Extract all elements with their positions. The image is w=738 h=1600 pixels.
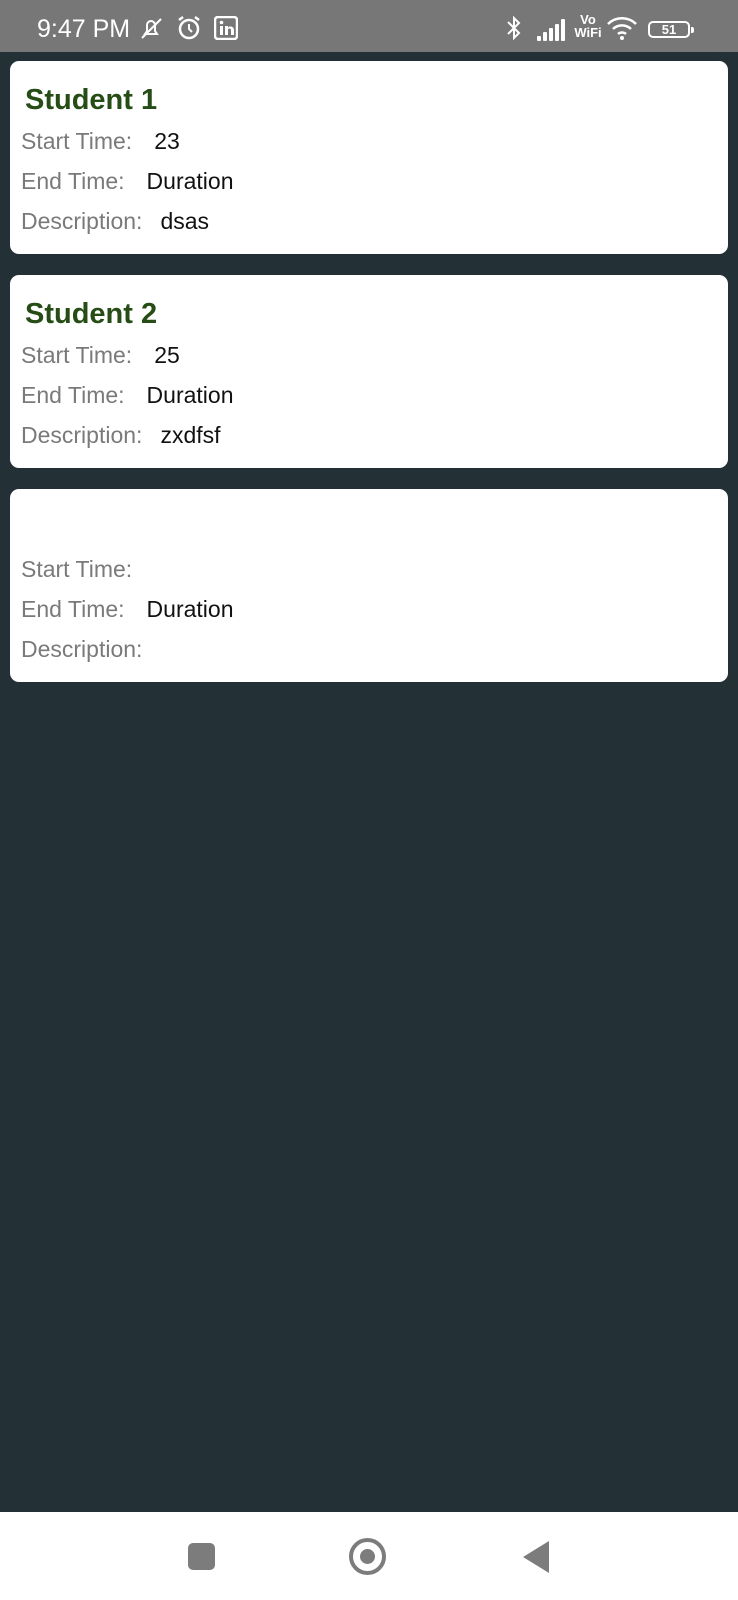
- description-label: Description:: [21, 208, 143, 234]
- bluetooth-icon: [503, 14, 525, 42]
- end-time-row: End Time: Duration: [21, 595, 233, 623]
- description-value: dsas: [160, 208, 210, 234]
- description-row: Description:: [21, 635, 160, 663]
- linkedin-icon: [212, 14, 240, 42]
- end-time-value: Duration: [146, 382, 234, 408]
- battery-icon: 51: [648, 21, 694, 38]
- start-time-row: Start Time: 23: [21, 127, 180, 155]
- end-time-label: End Time:: [21, 168, 125, 194]
- back-triangle-icon[interactable]: [523, 1541, 549, 1573]
- recents-square-icon[interactable]: [188, 1543, 215, 1570]
- record-title: Student 2: [25, 298, 158, 330]
- status-time: 9:47 PM: [37, 15, 131, 43]
- end-time-value: Duration: [146, 596, 234, 622]
- record-title: Student 1: [25, 84, 158, 116]
- start-time-label: Start Time:: [21, 556, 133, 582]
- wifi-icon: [605, 14, 639, 42]
- start-time-row: Start Time: 25: [21, 341, 180, 369]
- signal-icon: [537, 19, 567, 41]
- navigation-bar: [0, 1512, 738, 1600]
- alarm-icon: [174, 14, 204, 42]
- end-time-label: End Time:: [21, 382, 125, 408]
- description-label: Description:: [21, 636, 143, 662]
- mute-icon: [136, 14, 166, 42]
- start-time-label: Start Time:: [21, 342, 133, 368]
- description-row: Description: dsas: [21, 207, 209, 235]
- end-time-row: End Time: Duration: [21, 167, 233, 195]
- home-circle-icon[interactable]: [349, 1538, 386, 1575]
- end-time-value: Duration: [146, 168, 234, 194]
- description-row: Description: zxdfsf: [21, 421, 221, 449]
- end-time-row: End Time: Duration: [21, 381, 233, 409]
- end-time-label: End Time:: [21, 596, 125, 622]
- battery-level: 51: [661, 22, 677, 37]
- status-bar: 9:47 PM Vo WiFi 51: [0, 0, 738, 52]
- record-card[interactable]: Student 1 Start Time: 23 End Time: Duratio…: [10, 61, 728, 254]
- record-card[interactable]: Student 2 Start Time: 25 End Time: Duratio…: [10, 275, 728, 468]
- vowifi-icon: Vo WiFi: [574, 12, 602, 40]
- start-time-row: Start Time:: [21, 555, 154, 583]
- description-label: Description:: [21, 422, 143, 448]
- start-time-label: Start Time:: [21, 128, 133, 154]
- start-time-value: 25: [154, 342, 180, 368]
- record-card[interactable]: Start Time: End Time: Duration Descriptio…: [10, 489, 728, 682]
- description-value: zxdfsf: [160, 422, 221, 448]
- start-time-value: 23: [154, 128, 180, 154]
